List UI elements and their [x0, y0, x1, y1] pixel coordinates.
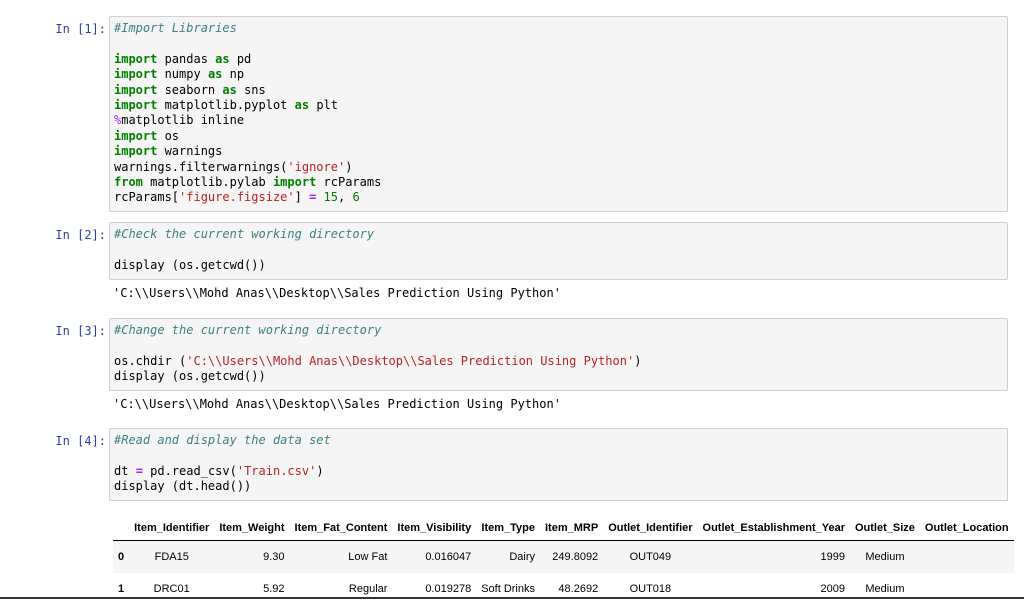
code-line: from matplotlib.pylab import rcParams [114, 174, 382, 189]
table-cell [920, 573, 1014, 605]
column-header: Item_Visibility [392, 516, 477, 541]
table-cell: Dairy [476, 540, 540, 573]
code-editor[interactable]: #Import Libraries import pandas as pd im… [109, 16, 1008, 212]
input-prompt: In [1]: [55, 22, 106, 36]
table-cell: 2009 [820, 583, 845, 595]
table-cell: Medium [849, 540, 920, 573]
table-header-row: Item_Identifier Item_Weight Item_Fat_Con… [113, 516, 1014, 541]
code-line: import pandas as pd [114, 51, 252, 66]
column-header: Outlet_Size [849, 516, 920, 541]
table-row: 0 FDA15 9.30 Low Fat 0.016047 Dairy 249.… [113, 540, 1014, 573]
input-prompt: In [4]: [55, 434, 106, 448]
input-prompt: In [3]: [55, 324, 106, 338]
code-line: dt = pd.read_csv('Train.csv') [114, 463, 324, 478]
code-line: %matplotlib inline [114, 113, 245, 128]
table-cell: Medium [865, 583, 905, 595]
table-cell: 0.019278 [425, 583, 472, 595]
table-cell: Regular [348, 583, 388, 595]
code-comment: #Read and display the data set [114, 433, 331, 447]
table-cell: OUT018 [629, 583, 672, 595]
table-cell: DRC01 [153, 583, 190, 595]
code-line: os.chdir ('C:\\Users\\Mohd Anas\\Desktop… [114, 353, 642, 368]
table-cell: 249.8092 [540, 540, 604, 573]
code-line: warnings.filterwarnings('ignore') [114, 159, 353, 174]
column-header: Item_Type [476, 516, 540, 541]
column-header: Outlet_Location [919, 516, 1014, 541]
table-cell: 0.016047 [392, 540, 477, 573]
input-prompt: In [2]: [55, 228, 106, 242]
table-cell: 5.92 [263, 583, 285, 595]
code-editor[interactable]: #Read and display the data set dt = pd.r… [109, 428, 1008, 501]
code-line: import seaborn as sns [114, 82, 266, 97]
code-line: display (os.getcwd()) [114, 369, 266, 384]
index-header [113, 516, 130, 541]
code-comment: #Check the current working directory [114, 227, 375, 241]
table-cell: OUT049 [603, 540, 698, 573]
table-cell [919, 540, 1014, 573]
code-editor[interactable]: #Check the current working directory dis… [109, 222, 1008, 280]
window-bottom-edge [0, 597, 1024, 599]
code-line: display (dt.head()) [114, 479, 252, 494]
column-header: Item_MRP [540, 516, 604, 541]
code-line: import numpy as np [114, 67, 245, 82]
dataframe-table: Item_Identifier Item_Weight Item_Fat_Con… [113, 516, 1014, 605]
code-line: rcParams['figure.figsize'] = 15, 6 [114, 190, 360, 205]
table-row: 1 DRC01 5.92 Regular 0.019278 Soft Drink… [113, 573, 1014, 605]
code-line: display (os.getcwd()) [114, 257, 266, 272]
table-cell: 9.30 [214, 540, 290, 573]
cell-output: 'C:\\Users\\Mohd Anas\\Desktop\\Sales Pr… [113, 397, 561, 411]
row-index: 1 [118, 583, 125, 595]
row-index: 0 [113, 540, 130, 573]
code-line: import matplotlib.pyplot as plt [114, 97, 338, 112]
table-cell: FDA15 [129, 540, 215, 573]
column-header: Item_Identifier [129, 516, 215, 541]
code-editor[interactable]: #Change the current working directory os… [109, 318, 1008, 391]
column-header: Item_Fat_Content [289, 516, 393, 541]
code-comment: #Import Libraries [114, 21, 237, 35]
cell-output: 'C:\\Users\\Mohd Anas\\Desktop\\Sales Pr… [113, 286, 561, 300]
code-line: import warnings [114, 144, 223, 159]
column-header: Outlet_Identifier [603, 516, 698, 541]
table-cell: Soft Drinks [481, 583, 535, 595]
code-comment: #Change the current working directory [114, 323, 382, 337]
code-line: import os [114, 128, 180, 143]
column-header: Item_Weight [214, 516, 290, 541]
column-header: Outlet_Establishment_Year [697, 516, 850, 541]
table-cell: Low Fat [289, 540, 393, 573]
table-cell: 48.2692 [558, 583, 599, 595]
table-cell: 1999 [697, 540, 850, 573]
